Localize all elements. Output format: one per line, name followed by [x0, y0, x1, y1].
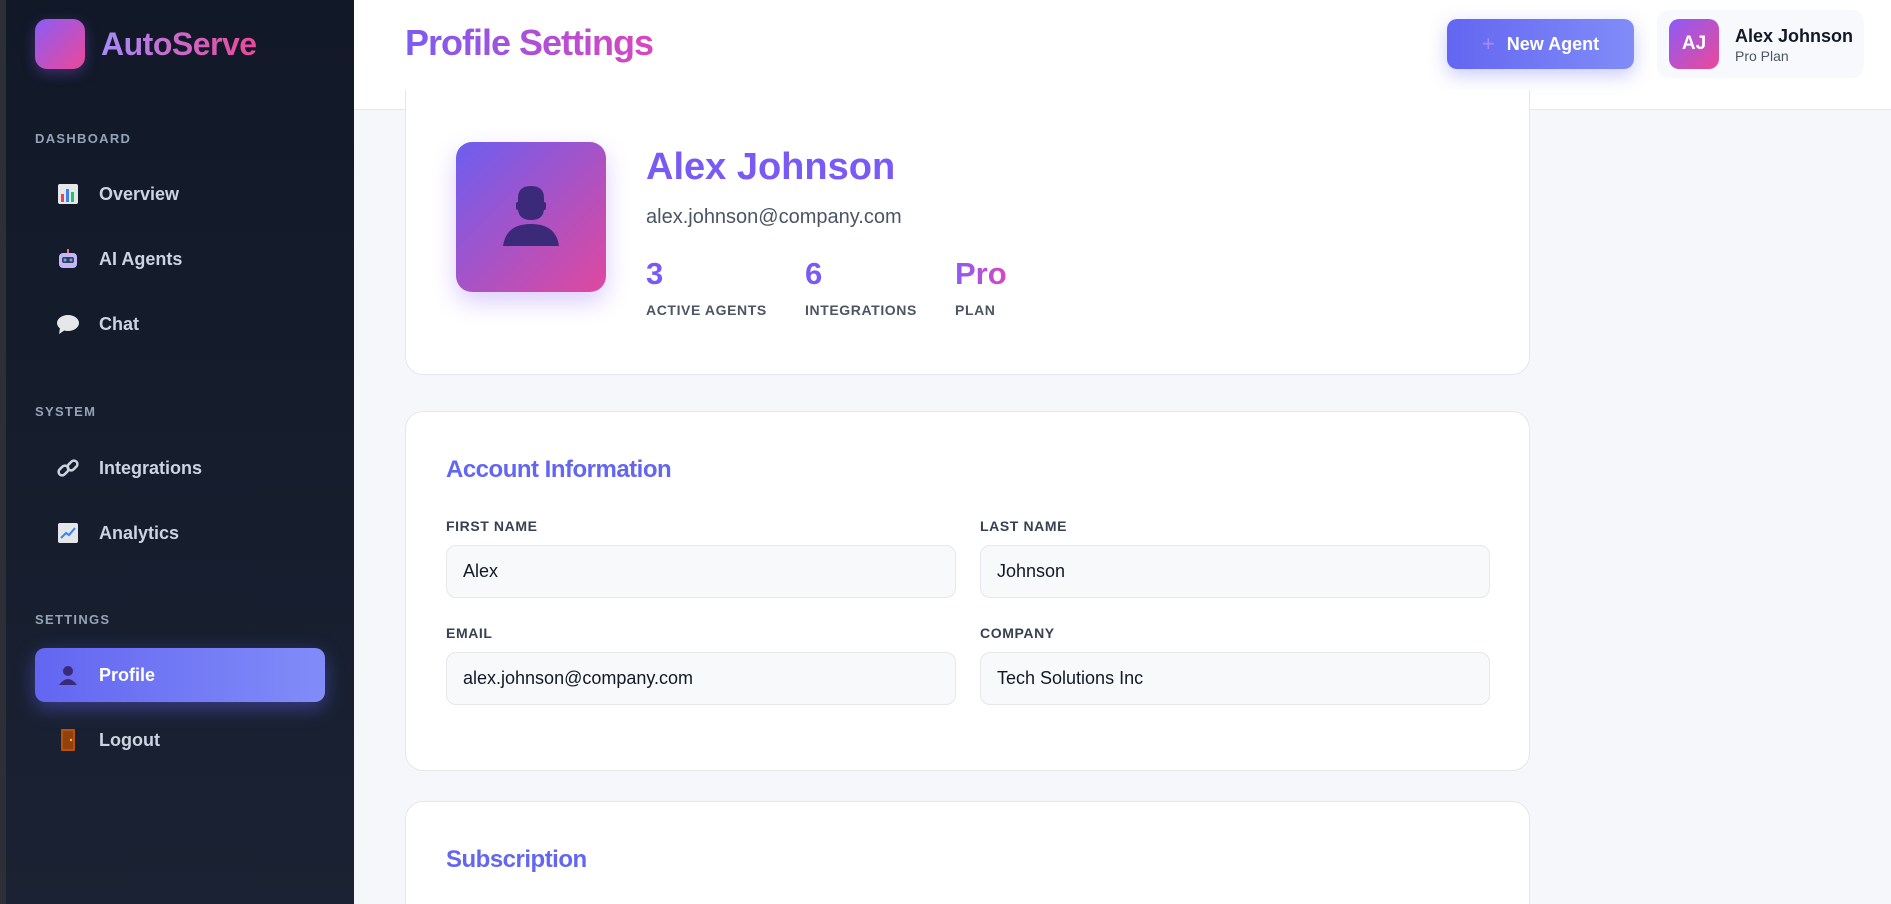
email-field[interactable]	[446, 652, 956, 705]
stat-value: Pro	[955, 256, 1007, 291]
profile-name: Alex Johnson	[646, 146, 896, 188]
stat-label: PLAN	[955, 302, 996, 318]
sidebar-item-label: AI Agents	[99, 248, 183, 269]
section-label-system: SYSTEM	[35, 404, 97, 419]
user-menu[interactable]: AJ Alex Johnson Pro Plan	[1657, 10, 1864, 78]
subscription-card: Subscription	[405, 801, 1530, 904]
sidebar-item-integrations[interactable]: Integrations	[35, 441, 325, 495]
new-agent-label: New Agent	[1506, 33, 1600, 54]
sidebar-item-label: Chat	[99, 313, 139, 334]
sidebar-item-label: Logout	[99, 729, 160, 750]
line-chart-icon	[55, 520, 81, 546]
speech-bubble-icon	[55, 311, 81, 337]
avatar: AJ	[1669, 19, 1719, 69]
stat-value: 3	[646, 256, 664, 291]
last-name-field[interactable]	[980, 545, 1490, 598]
sidebar-item-label: Integrations	[99, 457, 203, 478]
plus-icon: +	[1481, 31, 1495, 56]
stat-plan: Pro PLAN	[955, 256, 1007, 318]
sidebar-item-ai-agents[interactable]: AI Agents	[35, 232, 325, 286]
brand[interactable]: AutoServe	[35, 19, 257, 69]
user-name: Alex Johnson	[1735, 26, 1854, 46]
new-agent-button[interactable]: + New Agent	[1447, 19, 1634, 69]
brand-logo	[35, 19, 85, 69]
sidebar-item-logout[interactable]: Logout	[35, 713, 325, 767]
brand-name: AutoServe	[101, 25, 257, 62]
company-field[interactable]	[980, 652, 1490, 705]
sidebar: AutoServe DASHBOARD Overview AI Agents C…	[0, 0, 354, 904]
robot-icon	[55, 246, 81, 272]
page-title: Profile Settings	[405, 22, 654, 63]
account-information-card: Account Information FIRST NAME LAST NAME…	[405, 411, 1530, 771]
stat-label: INTEGRATIONS	[805, 302, 917, 318]
stat-active-agents: 3 ACTIVE AGENTS	[646, 256, 767, 318]
profile-email: alex.johnson@company.com	[646, 206, 902, 228]
sidebar-item-profile[interactable]: Profile	[35, 648, 325, 702]
stat-integrations: 6 INTEGRATIONS	[805, 256, 917, 318]
profile-avatar[interactable]	[456, 142, 606, 292]
section-label-settings: SETTINGS	[35, 612, 111, 627]
link-icon	[55, 455, 81, 481]
first-name-field[interactable]	[446, 545, 956, 598]
stat-label: ACTIVE AGENTS	[646, 302, 767, 318]
first-name-label: FIRST NAME	[446, 518, 538, 534]
sidebar-item-label: Overview	[99, 183, 180, 204]
sidebar-item-label: Profile	[99, 664, 156, 685]
sidebar-item-label: Analytics	[99, 522, 180, 543]
user-icon	[55, 662, 81, 688]
stat-value: 6	[805, 256, 823, 291]
section-title: Account Information	[446, 456, 672, 483]
company-label: COMPANY	[980, 625, 1055, 641]
sidebar-item-chat[interactable]: Chat	[35, 297, 325, 351]
user-silhouette-icon	[502, 184, 560, 251]
section-label-dashboard: DASHBOARD	[35, 131, 132, 146]
last-name-label: LAST NAME	[980, 518, 1068, 534]
profile-card: Alex Johnson alex.johnson@company.com 3 …	[405, 90, 1530, 375]
door-icon	[55, 727, 81, 753]
section-title: Subscription	[446, 846, 587, 873]
bar-chart-icon	[55, 181, 81, 207]
sidebar-item-analytics[interactable]: Analytics	[35, 506, 325, 560]
email-label: EMAIL	[446, 625, 493, 641]
sidebar-item-overview[interactable]: Overview	[35, 167, 325, 221]
user-plan: Pro Plan	[1735, 48, 1789, 64]
